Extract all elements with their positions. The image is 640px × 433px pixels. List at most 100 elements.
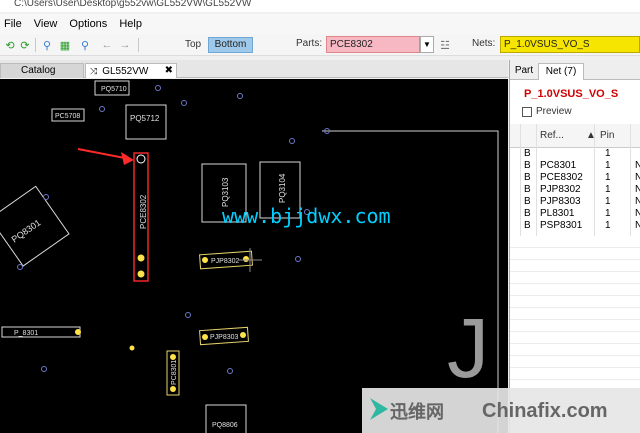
label-pq3104: PQ3104 (278, 173, 287, 203)
preview-toggle[interactable]: Preview (522, 106, 572, 117)
cell-pin: 1 (605, 196, 611, 207)
cell-extra: N (635, 220, 640, 231)
pin-pjp8302-1 (202, 257, 208, 263)
watermark-cn: 迅维网 (390, 402, 444, 422)
bottom-side-button[interactable]: Bottom (208, 37, 253, 53)
label-pq8806: PQ8806 (212, 422, 238, 429)
menu-view[interactable]: View (32, 18, 66, 30)
cell-extra: N (635, 196, 640, 207)
forward-arrow-icon[interactable]: → (118, 38, 132, 52)
part-pq8301: PQ8301 (0, 185, 70, 267)
pin-pjp8303-1 (202, 334, 208, 340)
via (227, 368, 233, 374)
via (181, 100, 187, 106)
menu-options[interactable]: Options (67, 18, 115, 30)
parts-label: Parts: (296, 38, 323, 49)
table-row[interactable]: B PSP8301 1 N (510, 220, 640, 232)
watermark-en: Chinafix.com (482, 400, 608, 422)
panel-tabs: Part Net (7) (510, 60, 640, 80)
zoom-in-icon[interactable]: ⚲ (40, 38, 54, 52)
cell-ref: PSP8301 (540, 220, 583, 231)
net-title: P_1.0VSUS_VO_S (524, 88, 619, 100)
table-row[interactable]: B PCE8302 1 N (510, 172, 640, 184)
watermark-badge: 迅维网 Chinafix.com (362, 388, 640, 433)
rotate-right-icon[interactable]: ⟳ (18, 38, 32, 52)
board-canvas[interactable]: PQ5710 PQ5712 PC5708 PQ8301 PCE8302 PQ31… (0, 79, 508, 433)
tab-board-label: GL552VW (102, 66, 149, 77)
menu-file[interactable]: File (2, 18, 30, 30)
label-pc8301: PC8301 (171, 360, 178, 385)
tab-net[interactable]: Net (7) (538, 63, 584, 80)
rotate-left-icon[interactable]: ⟲ (3, 38, 17, 52)
label-pjp8302: PJP8302 (211, 258, 240, 265)
watermark-site: www.bjjdwx.com (222, 204, 391, 228)
boardviewer-window: C:\Users\User\Desktop\g552vw\GL552VW\GL5… (0, 0, 640, 433)
pointer-arrow-head (121, 152, 134, 165)
zoom-out-icon[interactable]: ⚲ (78, 38, 92, 52)
toolbar: ⟲ ⟳ ⚲ ▦ ⚲ ← → Top Bottom Parts: PCE8302 … (0, 34, 640, 56)
pin-pce8302-1 (136, 154, 146, 164)
cell-extra: N (635, 172, 640, 183)
parts-search-input[interactable]: PCE8302 (326, 36, 420, 53)
via (289, 138, 295, 144)
preview-label: Preview (536, 106, 572, 117)
column-ref[interactable]: Ref... (540, 130, 564, 141)
cell-side: B (524, 148, 531, 159)
close-icon[interactable]: ✖ (165, 64, 173, 78)
nets-search-input[interactable]: P_1.0VSUS_VO_S (500, 36, 640, 53)
via-yellow (129, 345, 135, 351)
watermark-logo-icon (370, 398, 388, 420)
cell-ref: PL8301 (540, 208, 575, 219)
toolbar-separator (35, 38, 36, 52)
cell-ref: PJP8303 (540, 196, 581, 207)
label-pjp8303: PJP8303 (210, 334, 239, 341)
cell-pin: 1 (605, 148, 611, 159)
tab-part[interactable]: Part (512, 63, 536, 80)
shuffle-icon: ⤨ (90, 66, 98, 76)
table-row[interactable]: B1 (510, 148, 640, 160)
cell-pin: 1 (605, 208, 611, 219)
via (99, 106, 105, 112)
cell-pin: 1 (605, 184, 611, 195)
part-filter-icon[interactable]: ☳ (438, 38, 452, 52)
pin-pc8301-1 (170, 354, 176, 360)
net-parts-list: B 1 B PC8301 1 N B PCE8302 1 N B PJP8302 1 N B PJP8303 1… (510, 148, 640, 232)
menu-help[interactable]: Help (117, 18, 150, 30)
cell-side: B (524, 196, 531, 207)
chevron-down-icon[interactable]: ▼ (420, 36, 434, 53)
board-drawing[interactable]: PQ5710 PQ5712 PC5708 PQ8301 PCE8302 PQ31… (0, 79, 508, 433)
cell-side: B (524, 172, 531, 183)
cell-pin: 1 (605, 172, 611, 183)
table-row[interactable]: B PL8301 1 N (510, 208, 640, 220)
table-row[interactable]: B PJP8302 1 N (510, 184, 640, 196)
via (295, 256, 301, 262)
toolbar-separator (138, 38, 139, 52)
pin-pce8302-2 (137, 254, 145, 262)
via (41, 366, 47, 372)
cell-extra: N (635, 160, 640, 171)
nets-label: Nets: (472, 38, 496, 49)
top-side-button[interactable]: Top (183, 37, 203, 53)
cell-side: B (524, 160, 531, 171)
tab-catalog[interactable]: Catalog (0, 63, 84, 78)
preview-checkbox[interactable] (522, 106, 532, 117)
cell-ref: PC8301 (540, 160, 577, 171)
via (185, 312, 191, 318)
via (43, 194, 49, 200)
cell-side: B (524, 184, 531, 195)
label-pq3103: PQ3103 (221, 177, 230, 207)
table-row[interactable]: B PJP8303 1 N (510, 196, 640, 208)
label-pl8301: P_8301 (14, 330, 38, 337)
pin-pjp8302-2 (243, 256, 249, 262)
label-pq8301: PQ8301 (10, 217, 43, 244)
column-pin[interactable]: Pin (600, 130, 614, 141)
tab-board[interactable]: ⤨ GL552VW ✖ (85, 63, 177, 78)
back-arrow-icon[interactable]: ← (100, 38, 114, 52)
fit-board-icon[interactable]: ▦ (58, 38, 72, 52)
cell-pin: 1 (605, 220, 611, 231)
cell-ref: PCE8302 (540, 172, 583, 183)
cell-side: B (524, 220, 531, 231)
pin-pc8301-2 (170, 386, 176, 392)
table-row[interactable]: B PC8301 1 N (510, 160, 640, 172)
cell-ref: PJP8302 (540, 184, 581, 195)
